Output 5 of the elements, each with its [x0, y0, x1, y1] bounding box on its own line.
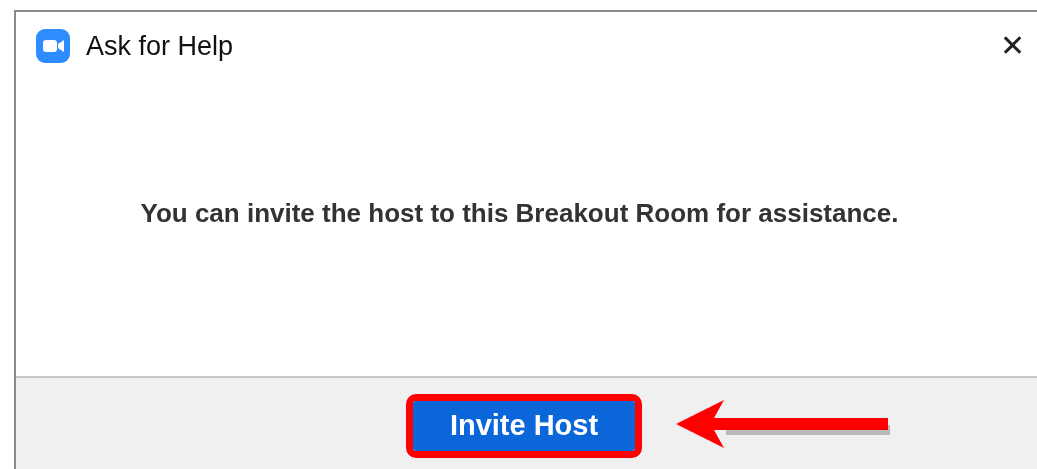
close-button[interactable]: ✕ [996, 31, 1029, 61]
window-title: Ask for Help [86, 29, 234, 63]
video-camera-icon [36, 29, 70, 63]
help-message: You can invite the host to this Breakout Room for assistance. [140, 196, 899, 230]
invite-host-button[interactable]: Invite Host [413, 400, 635, 451]
